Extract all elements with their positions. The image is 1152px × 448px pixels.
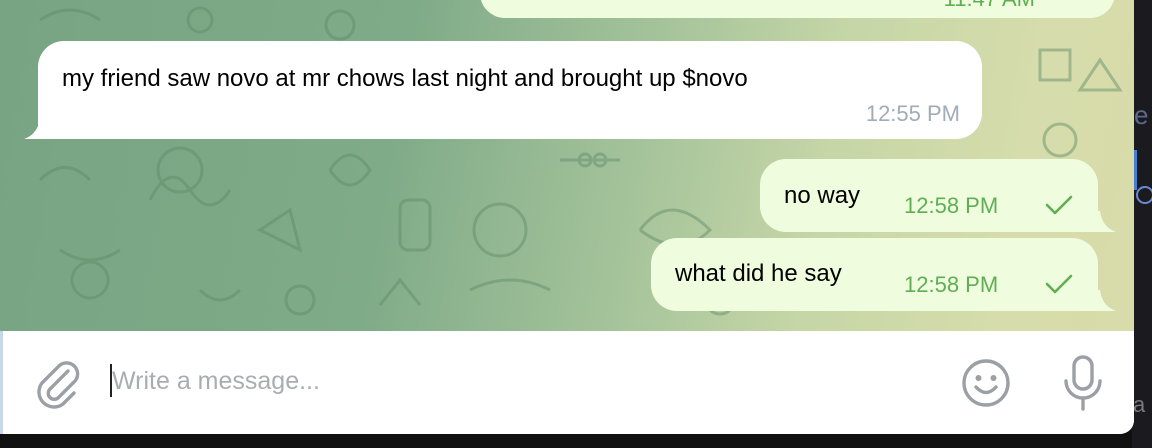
message-list[interactable]: 11:47 AM my friend saw novo at mr chows … xyxy=(0,0,1134,331)
message-time: 12:58 PM xyxy=(904,193,999,218)
message-text: no way xyxy=(784,182,861,209)
incoming-message[interactable]: my friend saw novo at mr chows last nigh… xyxy=(38,41,982,139)
focus-accent xyxy=(0,331,3,434)
outgoing-bubble-tail xyxy=(1092,290,1116,311)
outgoing-bubble-tail xyxy=(1092,211,1116,232)
message-composer xyxy=(0,331,1134,434)
outgoing-message[interactable]: no way 12:58 PM xyxy=(760,159,1098,232)
microphone-icon[interactable] xyxy=(1058,353,1108,413)
previous-outgoing-bubble: 11:47 AM xyxy=(480,0,1115,18)
message-time: 12:55 PM xyxy=(865,101,960,126)
outgoing-message[interactable]: what did he say 12:58 PM xyxy=(651,238,1098,311)
message-time: 12:58 PM xyxy=(904,272,999,297)
smiley-icon[interactable] xyxy=(958,355,1014,411)
message-time: 11:47 AM xyxy=(944,0,1035,12)
message-text: what did he say xyxy=(675,260,842,287)
selection-indicator xyxy=(1134,150,1137,190)
check-icon xyxy=(1045,195,1073,215)
paperclip-icon[interactable] xyxy=(30,353,86,409)
background-window-strip: e a xyxy=(1132,0,1152,448)
radio-icon xyxy=(1136,186,1152,204)
message-text: my friend saw novo at mr chows last nigh… xyxy=(62,65,748,92)
chat-window: 11:47 AM my friend saw novo at mr chows … xyxy=(0,0,1134,434)
message-input[interactable] xyxy=(112,359,912,403)
check-icon xyxy=(1045,274,1073,294)
